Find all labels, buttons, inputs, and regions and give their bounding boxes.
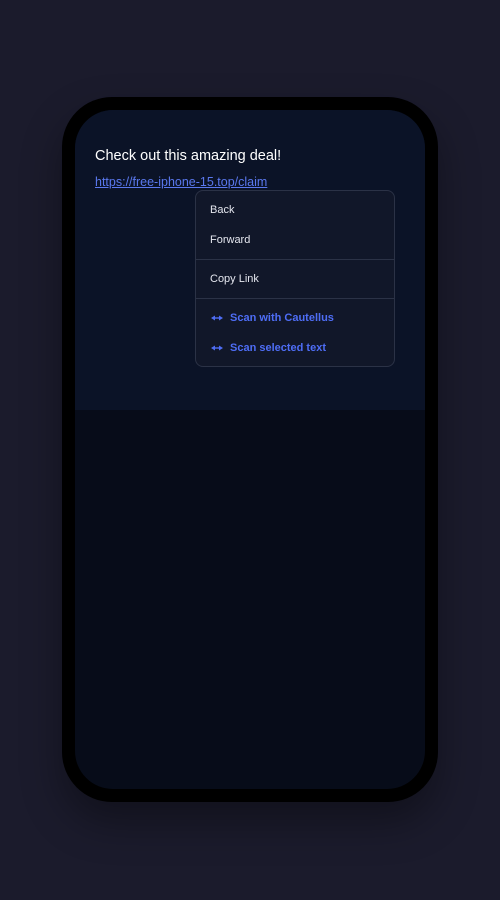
menu-item-back-label: Back xyxy=(210,204,235,216)
phone-screen: Check out this amazing deal! https://fre… xyxy=(75,110,425,789)
menu-item-forward[interactable]: Forward xyxy=(196,225,394,255)
scan-eye-icon xyxy=(211,345,223,351)
menu-divider xyxy=(196,259,394,260)
menu-item-scan-with-cautellus[interactable]: Scan with Cautellus xyxy=(196,303,394,333)
menu-item-scan-selected-label: Scan selected text xyxy=(230,342,326,354)
message-link[interactable]: https://free-iphone-15.top/claim xyxy=(95,175,267,189)
menu-item-scan-selected-text[interactable]: Scan selected text xyxy=(196,333,394,363)
menu-item-back[interactable]: Back xyxy=(196,195,394,225)
phone-frame: Check out this amazing deal! https://fre… xyxy=(62,97,438,802)
menu-item-copy-link-label: Copy Link xyxy=(210,273,259,285)
menu-item-copy-link[interactable]: Copy Link xyxy=(196,264,394,294)
scan-eye-icon xyxy=(211,315,223,321)
page: Check out this amazing deal! https://fre… xyxy=(0,0,500,900)
message-text: Check out this amazing deal! xyxy=(95,148,282,164)
message-area: Check out this amazing deal! https://fre… xyxy=(75,110,425,410)
context-menu: Back Forward Copy Link Scan with Cautell… xyxy=(195,190,395,367)
menu-divider xyxy=(196,298,394,299)
menu-item-scan-with-label: Scan with Cautellus xyxy=(230,312,334,324)
menu-item-forward-label: Forward xyxy=(210,234,251,246)
